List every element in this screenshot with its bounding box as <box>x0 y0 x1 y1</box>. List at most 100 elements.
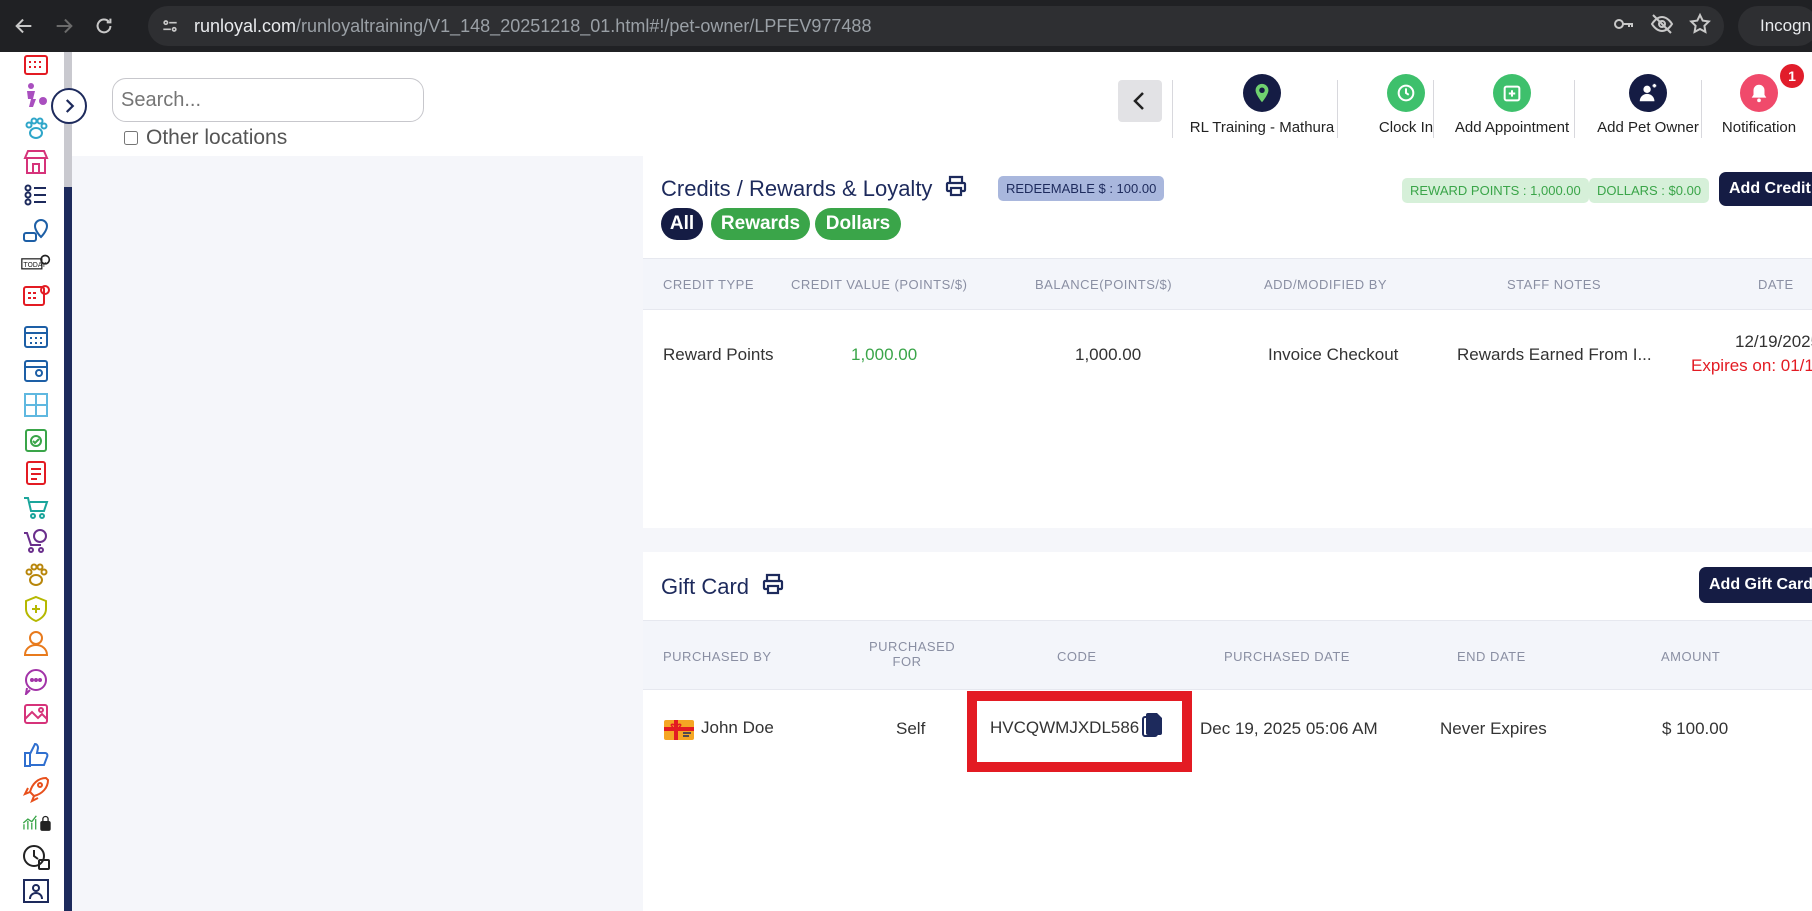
chat-icon[interactable] <box>18 666 54 696</box>
location-selector[interactable]: RL Training - Mathura <box>1184 74 1340 136</box>
pet-location-icon[interactable] <box>18 216 54 246</box>
layout-grid-icon[interactable] <box>18 390 54 420</box>
add-appointment-icon <box>1493 74 1531 112</box>
notification-count-badge: 1 <box>1778 62 1806 90</box>
collapse-header-button[interactable] <box>1118 80 1162 122</box>
credits-title-text: Credits / Rewards & Loyalty <box>661 176 933 201</box>
col-purchased-date: PURCHASED DATE <box>1224 649 1350 664</box>
paw-print-icon[interactable] <box>18 560 54 590</box>
gift-card-title: Gift Card <box>661 572 785 602</box>
purchased-for-cell: Self <box>896 719 926 738</box>
add-credit-label: Add Credit <box>1729 180 1811 197</box>
credit-type-cell: Reward Points <box>663 345 774 364</box>
analytics-lock-icon[interactable] <box>14 808 60 838</box>
expires-cell: Expires on: 01/1 <box>1691 356 1812 375</box>
header-divider <box>1172 80 1173 138</box>
col-purchased-by: PURCHASED BY <box>663 649 772 664</box>
team-board-icon[interactable] <box>18 876 54 906</box>
top-header: Other locations RL Training - Mathura Cl… <box>72 52 1812 156</box>
eye-off-icon[interactable] <box>1650 12 1674 40</box>
balance-cell: 1,000.00 <box>1075 345 1142 364</box>
add-gift-card-button[interactable]: Add Gift Card <box>1699 567 1812 603</box>
browser-toolbar: runloyal.com/runloyaltraining/V1_148_202… <box>0 0 1812 52</box>
add-appointment-button[interactable]: Add Appointment <box>1448 74 1576 136</box>
other-locations-label: Other locations <box>146 126 288 149</box>
filter-dollars-tab[interactable]: Dollars <box>815 208 901 240</box>
add-gift-card-label: Add Gift Card <box>1709 576 1812 593</box>
staff-list-icon[interactable] <box>18 181 54 211</box>
notification-button[interactable]: 1 Notification <box>1710 62 1808 136</box>
report-card-icon[interactable] <box>18 458 54 488</box>
purchased-by-cell: John Doe <box>701 718 774 737</box>
forward-arrow-icon[interactable] <box>44 6 84 46</box>
col-end-date: END DATE <box>1457 649 1526 664</box>
clock-in-button[interactable]: Clock In <box>1358 74 1454 136</box>
credits-rewards-card: Credits / Rewards & Loyalty REDEEMABLE $… <box>643 156 1812 528</box>
col-purchased-for: PURCHASED FOR <box>869 639 956 669</box>
address-bar[interactable]: runloyal.com/runloyaltraining/V1_148_202… <box>148 6 1724 46</box>
print-icon[interactable] <box>761 572 785 602</box>
filter-dollars-label: Dollars <box>825 213 891 234</box>
add-pet-owner-button[interactable]: Add Pet Owner <box>1584 74 1712 136</box>
today-icon[interactable]: TODAY <box>18 248 54 278</box>
rocket-icon[interactable] <box>18 774 54 804</box>
col-staff-notes: STAFF NOTES <box>1507 277 1602 292</box>
clock-in-label: Clock In <box>1378 119 1434 136</box>
chevron-right-icon <box>65 99 75 113</box>
add-pet-owner-label: Add Pet Owner <box>1597 119 1699 136</box>
schedule-icon[interactable] <box>18 282 54 312</box>
bookmark-star-icon[interactable] <box>1688 12 1712 40</box>
thumbs-up-icon[interactable] <box>18 740 54 770</box>
user-icon[interactable] <box>18 628 54 658</box>
calendar-icon[interactable] <box>18 322 54 352</box>
store-icon[interactable] <box>18 147 54 177</box>
add-appointment-label: Add Appointment <box>1454 119 1570 136</box>
filter-all-tab[interactable]: All <box>661 208 703 240</box>
reload-icon[interactable] <box>84 6 124 46</box>
groomer-icon[interactable] <box>18 80 54 110</box>
sidebar-scroll-strip <box>64 52 72 911</box>
time-clock-icon[interactable] <box>18 842 54 872</box>
col-credit-value: CREDIT VALUE (POINTS/$) <box>791 277 968 292</box>
shield-plus-icon[interactable] <box>18 594 54 624</box>
key-icon[interactable] <box>1612 12 1636 40</box>
sidebar-expand-button[interactable] <box>51 88 87 124</box>
incognito-label: Incognito <box>1760 16 1812 35</box>
reward-points-badge: REWARD POINTS : 1,000.00 <box>1402 178 1589 203</box>
site-settings-icon[interactable] <box>152 8 188 44</box>
chevron-left-icon <box>1133 92 1144 110</box>
amount-cell: $ 100.00 <box>1662 719 1729 738</box>
other-locations-checkbox[interactable] <box>124 131 138 145</box>
gift-card-icon <box>663 718 695 746</box>
gift-card-section: Gift Card Add Gift Card PURCHASED BY PUR… <box>643 552 1812 911</box>
col-amount: AMOUNT <box>1661 649 1721 664</box>
redeemable-badge: REDEEMABLE $ : 100.00 <box>998 176 1165 201</box>
credit-value-cell: 1,000.00 <box>851 345 918 364</box>
filter-rewards-tab[interactable]: Rewards <box>711 208 810 240</box>
paw-icon[interactable] <box>18 114 54 144</box>
calendar-grid-icon[interactable] <box>18 52 54 82</box>
credits-table-header: CREDIT TYPE CREDIT VALUE (POINTS/$) BALA… <box>643 258 1812 310</box>
back-arrow-icon[interactable] <box>4 6 44 46</box>
dollars-badge: DOLLARS : $0.00 <box>1589 178 1710 203</box>
header-divider <box>1337 80 1338 138</box>
col-modified-by: ADD/MODIFIED BY <box>1264 277 1388 292</box>
add-credit-button[interactable]: Add Credit <box>1719 172 1812 206</box>
notification-label: Notification <box>1721 119 1797 136</box>
print-icon[interactable] <box>944 174 968 204</box>
col-code: CODE <box>1057 649 1097 664</box>
credits-title: Credits / Rewards & Loyalty <box>661 174 968 204</box>
incognito-indicator[interactable]: Incognito <box>1738 6 1812 46</box>
code-highlight-box <box>967 691 1192 772</box>
search-input[interactable] <box>112 78 424 122</box>
cart-icon[interactable] <box>18 492 54 522</box>
gift-card-table-header: PURCHASED BY PURCHASED FOR CODE PURCHASE… <box>643 620 1812 690</box>
stroller-icon[interactable] <box>18 526 54 556</box>
other-locations-option[interactable]: Other locations <box>124 126 287 150</box>
image-gallery-icon[interactable] <box>18 700 54 730</box>
col-date: DATE <box>1758 277 1794 292</box>
bell-icon: 1 <box>1740 62 1806 112</box>
calendar-user-icon[interactable] <box>18 356 54 386</box>
checklist-calendar-icon[interactable] <box>18 425 54 455</box>
add-user-icon <box>1629 74 1667 112</box>
